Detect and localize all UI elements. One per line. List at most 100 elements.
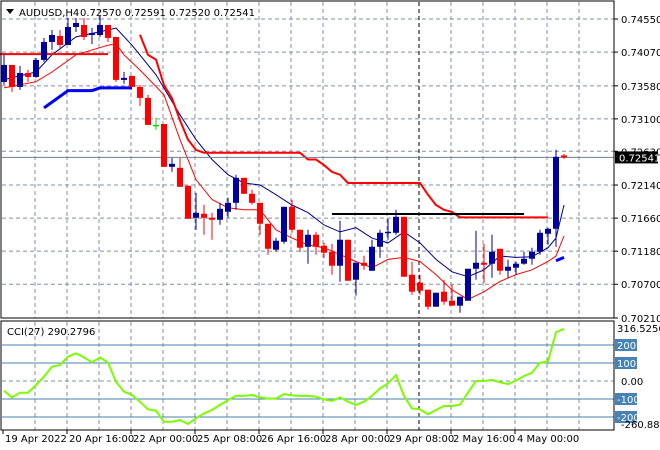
candle-body xyxy=(481,262,487,265)
candle-body xyxy=(1,64,7,82)
candle-body xyxy=(129,75,135,87)
candle-body xyxy=(425,289,431,307)
candle-body xyxy=(169,163,175,167)
candle-body xyxy=(25,72,31,77)
trading-chart[interactable]: 0.745500.740700.735800.731000.726300.721… xyxy=(0,0,660,450)
time-tick-label: 19 Apr 2022 xyxy=(5,434,67,445)
candle-body xyxy=(337,239,343,266)
candle-body xyxy=(505,266,511,271)
candle-body xyxy=(201,213,207,218)
price-tick-label: 0.74550 xyxy=(621,15,660,26)
candle-body xyxy=(537,232,543,252)
candle-body xyxy=(145,97,151,125)
candle-body xyxy=(81,24,87,37)
candle-body xyxy=(473,262,479,269)
candle-body xyxy=(289,206,295,230)
candle-body xyxy=(313,234,319,247)
candle-body xyxy=(217,208,223,220)
candle-body xyxy=(65,26,71,45)
candle-body xyxy=(113,36,119,80)
candle-body xyxy=(417,282,423,291)
time-tick-label: 29 Apr 08:00 xyxy=(389,434,454,445)
cci-line xyxy=(3,327,565,426)
cci-level-label: 200 xyxy=(617,341,636,352)
candle-body xyxy=(57,35,63,45)
candle-body xyxy=(41,41,47,60)
candle-body xyxy=(329,251,335,266)
candle-body xyxy=(241,177,247,194)
price-tick-label: 0.73580 xyxy=(621,82,660,93)
candle-body xyxy=(137,86,143,98)
symbol-label: AUDUSD,H4 xyxy=(19,8,79,19)
collapse-triangle-icon[interactable] xyxy=(6,9,14,14)
price-tick-label: 0.73100 xyxy=(621,115,660,126)
ohlc-values: 0.72570 0.72591 0.72520 0.72541 xyxy=(80,8,255,19)
candle-body xyxy=(225,202,231,212)
current-price-label: 0.72541 xyxy=(619,153,660,164)
price-tick-label: 0.71660 xyxy=(621,214,660,225)
candle-body xyxy=(17,72,23,87)
time-tick-label: 22 Apr 00:00 xyxy=(133,434,198,445)
candle-body xyxy=(401,216,407,277)
candle-body xyxy=(409,274,415,292)
candle-body xyxy=(97,24,103,35)
time-tick-label: 25 Apr 08:00 xyxy=(197,434,262,445)
candle-body xyxy=(33,59,39,77)
candle-body xyxy=(369,246,375,271)
candle-body xyxy=(497,248,503,271)
time-tick-label: 2 May 16:00 xyxy=(453,434,515,445)
candle-body xyxy=(9,64,15,87)
candle-body xyxy=(321,245,327,253)
time-tick-label: 4 May 00:00 xyxy=(517,434,579,445)
candle-body xyxy=(193,212,199,218)
cci-min-label: -260.8863 xyxy=(621,420,660,431)
cci-level-label: -100 xyxy=(617,395,640,406)
candle-body xyxy=(521,258,527,264)
candle-body xyxy=(353,262,359,280)
candle-body xyxy=(545,228,551,234)
price-tick-label: 0.72140 xyxy=(621,181,660,192)
time-tick-label: 26 Apr 16:00 xyxy=(261,434,326,445)
candle-body xyxy=(233,177,239,203)
time-tick-label: 20 Apr 16:00 xyxy=(69,434,134,445)
candle-body xyxy=(305,234,311,247)
candle-body xyxy=(377,232,383,247)
candle-body xyxy=(529,251,535,259)
trailing-stop-line xyxy=(139,34,548,219)
candle-body xyxy=(345,239,351,281)
candle-body xyxy=(49,34,55,42)
cci-level-label: 100 xyxy=(617,359,636,370)
candle-body xyxy=(297,229,303,248)
blue-stop-line xyxy=(555,256,565,263)
candle-body xyxy=(361,262,367,266)
cci-title: CCI(27) 290.2796 xyxy=(7,327,95,338)
candle-body xyxy=(185,185,191,219)
cci-max-label: 316.5256 xyxy=(617,324,660,335)
fast-moving-average-line xyxy=(3,43,565,300)
candle-body xyxy=(105,24,111,38)
price-indicators xyxy=(0,27,614,300)
candle-body xyxy=(441,291,447,302)
candle-body xyxy=(449,300,455,306)
candle-body xyxy=(265,223,271,249)
price-tick-label: 0.74070 xyxy=(621,48,660,59)
candles xyxy=(1,15,567,313)
candle-body xyxy=(161,123,167,167)
grid xyxy=(2,2,614,430)
candle-body xyxy=(457,296,463,306)
candle-body xyxy=(73,22,79,27)
candle-body xyxy=(89,32,95,35)
candle-body xyxy=(177,167,183,187)
candle-body xyxy=(209,217,215,220)
candle-body xyxy=(281,206,287,242)
candle-body xyxy=(385,231,391,234)
candle-body xyxy=(257,202,263,224)
price-tick-label: 0.70700 xyxy=(621,280,660,291)
candle-body xyxy=(249,193,255,203)
candle-body xyxy=(273,240,279,250)
time-tick-label: 28 Apr 00:00 xyxy=(325,434,390,445)
cci-zero-label: 0.00 xyxy=(621,377,643,388)
candle-body xyxy=(561,155,567,158)
price-tick-label: 0.71180 xyxy=(621,247,660,258)
cci-panel xyxy=(2,327,614,426)
